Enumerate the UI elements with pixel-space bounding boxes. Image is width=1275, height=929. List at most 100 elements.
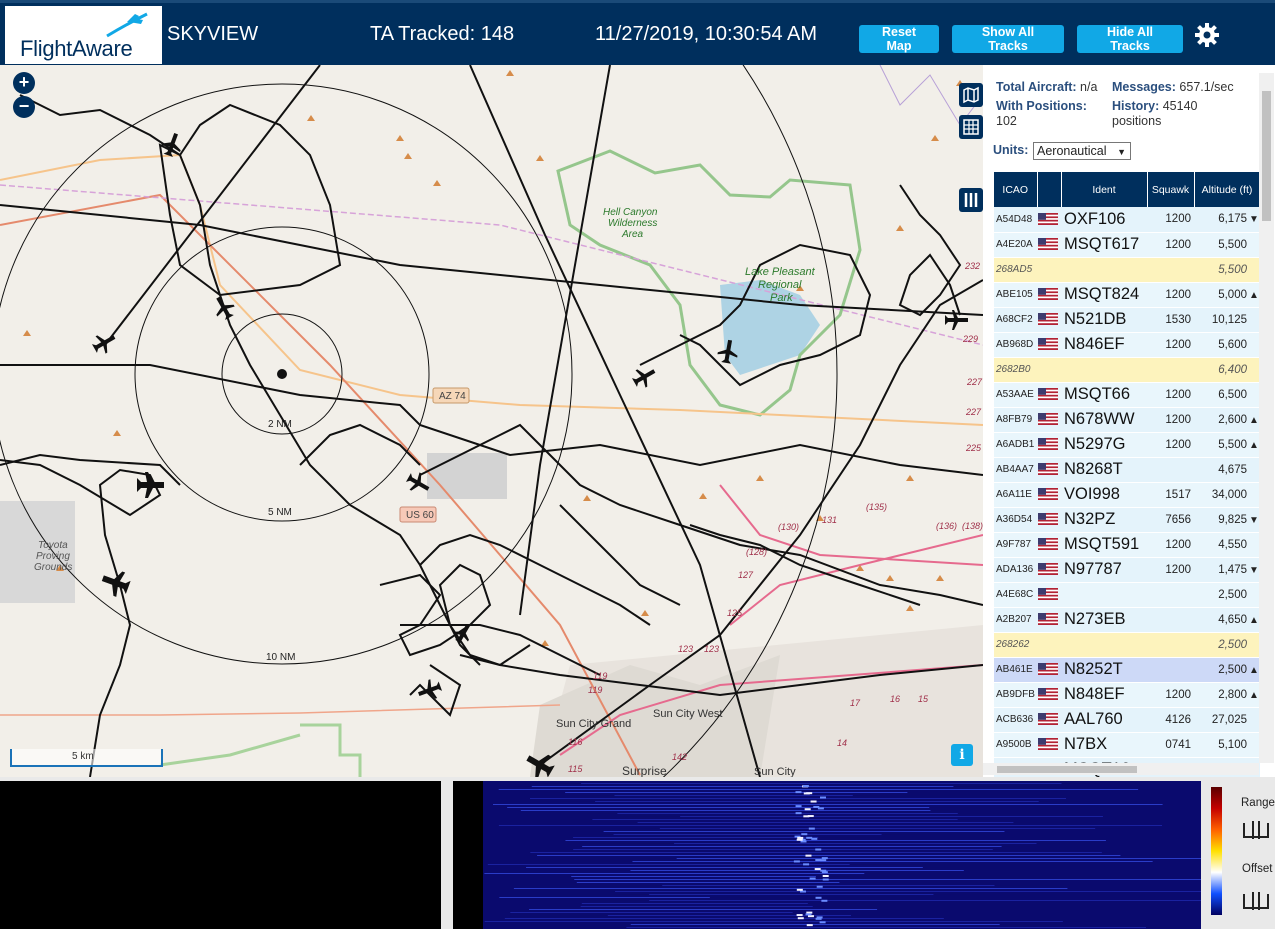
reset-map-button[interactable]: Reset Map <box>859 25 939 53</box>
icao-cell: A4E68C <box>994 582 1037 608</box>
columns-icon[interactable] <box>959 188 983 212</box>
squawk-cell: 1200 <box>1147 407 1194 433</box>
squawk-cell <box>1147 457 1194 483</box>
icao-cell: A36D54 <box>994 507 1037 533</box>
column-header-icao[interactable]: ICAO <box>994 172 1038 207</box>
ident-cell <box>1061 257 1147 283</box>
flag-cell <box>1037 232 1061 258</box>
squawk-cell: 1517 <box>1147 482 1194 508</box>
flag-cell <box>1037 657 1061 683</box>
table-row[interactable]: A2B207 N273EB 4,650 ▲ <box>994 607 1260 633</box>
zoom-out-button[interactable]: − <box>13 96 35 118</box>
lake-pleasant-label-2: Regional <box>758 279 802 291</box>
table-row[interactable]: A6ADB1 N5297G 1200 5,500 ▲ <box>994 432 1260 458</box>
flag-cell <box>1037 682 1061 708</box>
zoom-in-button[interactable]: + <box>13 72 35 94</box>
table-row[interactable]: AB968D N846EF 1200 5,600 <box>994 332 1260 358</box>
offset-label: Offset <box>1242 863 1273 875</box>
column-header-squawk[interactable]: Squawk <box>1147 172 1195 207</box>
table-row[interactable]: A53AAE MSQT66 1200 6,500 <box>994 382 1260 408</box>
tracked-count: TA Tracked: 148 <box>370 23 515 45</box>
svg-text:(135): (135) <box>866 502 887 512</box>
flag-cell <box>1037 432 1061 458</box>
us-flag-icon <box>1038 238 1058 251</box>
aircraft-icon[interactable] <box>629 362 659 391</box>
altitude-cell: 4,550 <box>1194 532 1260 558</box>
table-row[interactable]: A9F787 MSQT591 1200 4,550 <box>994 532 1260 558</box>
table-row[interactable]: ABE105 MSQT824 1200 5,000 ▲ <box>994 282 1260 308</box>
altitude-cell: 4,675 <box>1194 457 1260 483</box>
svg-text:125: 125 <box>727 608 743 618</box>
table-row[interactable]: A9500B N7BX 0741 5,100 <box>994 732 1260 758</box>
table-row[interactable]: 268262 2,500 <box>994 632 1260 658</box>
scrollbar-thumb[interactable] <box>1262 91 1271 221</box>
table-row[interactable]: A8FB79 N678WW 1200 2,600 ▲ <box>994 407 1260 433</box>
icao-cell: A68CF2 <box>994 307 1037 333</box>
vertical-scrollbar[interactable] <box>1259 73 1274 763</box>
altitude-cell: 6,500 <box>1194 382 1260 408</box>
squawk-cell: 1200 <box>1147 532 1194 558</box>
column-header-ident[interactable]: Ident <box>1061 172 1148 207</box>
table-row[interactable]: A36D54 N32PZ 7656 9,825 ▼ <box>994 507 1260 533</box>
altitude-value: 4,675 <box>1218 463 1247 476</box>
show-all-tracks-button[interactable]: Show All Tracks <box>952 25 1064 53</box>
offset-spinner-icon[interactable] <box>1241 890 1271 912</box>
ring-label-10nm: 10 NM <box>266 652 295 663</box>
table-row[interactable]: AB461E N8252T 2,500 ▲ <box>994 657 1260 683</box>
gear-icon[interactable] <box>1193 21 1221 49</box>
squawk-cell <box>1147 582 1194 608</box>
table-row[interactable]: AB9DFB N848EF 1200 2,800 ▲ <box>994 682 1260 708</box>
aircraft-icon[interactable] <box>415 677 443 704</box>
grid-icon[interactable] <box>959 115 983 139</box>
units-select[interactable]: Aeronautical <box>1033 142 1131 160</box>
altitude-trend-icon: ▲ <box>1249 689 1259 701</box>
lake-pleasant-label-3: Park <box>770 292 793 304</box>
table-row[interactable]: A6A11E VOI998 1517 34,000 <box>994 482 1260 508</box>
svg-text:17: 17 <box>850 698 861 708</box>
table-row[interactable]: 2682B0 6,400 <box>994 357 1260 383</box>
map-layers-icon[interactable] <box>959 83 983 107</box>
us-flag-icon <box>1038 713 1058 726</box>
altitude-value: 1,475 <box>1218 563 1247 576</box>
table-row[interactable]: A68CF2 N521DB 1530 10,125 <box>994 307 1260 333</box>
column-header-flag[interactable] <box>1037 172 1062 207</box>
hide-all-tracks-button[interactable]: Hide All Tracks <box>1077 25 1183 53</box>
info-button[interactable]: i <box>951 744 973 766</box>
flag-cell <box>1037 382 1061 408</box>
column-header-altitude[interactable]: Altitude (ft) <box>1194 172 1261 207</box>
flightaware-logo[interactable]: FlightAware <box>5 6 162 64</box>
altitude-trend-icon: ▲ <box>1249 614 1259 626</box>
table-row[interactable]: A54D48 OXF106 1200 6,175 ▼ <box>994 207 1260 233</box>
ident-cell: N846EF <box>1061 332 1147 358</box>
altitude-cell: 6,175 ▼ <box>1194 207 1260 233</box>
altitude-trend-icon: ▲ <box>1249 439 1259 451</box>
altitude-value: 2,600 <box>1218 413 1247 426</box>
table-row[interactable]: A4E68C 2,500 <box>994 582 1260 608</box>
ident-cell: OXF106 <box>1061 207 1147 233</box>
aircraft-icon[interactable] <box>209 293 238 323</box>
ident-cell <box>1061 582 1147 608</box>
table-row[interactable]: ACB636 AAL760 4126 27,025 <box>994 707 1260 733</box>
total-aircraft-stat: Total Aircraft: n/a <box>996 80 1097 95</box>
hell-canyon-boundary <box>556 149 862 417</box>
squawk-cell: 1200 <box>1147 382 1194 408</box>
icao-cell: AB968D <box>994 332 1037 358</box>
scrollbar-thumb[interactable] <box>997 766 1137 773</box>
range-spinner-icon[interactable] <box>1241 819 1271 841</box>
altitude-value: 5,100 <box>1218 738 1247 751</box>
ring-label-2nm: 2 NM <box>268 419 292 430</box>
squawk-cell: 1200 <box>1147 557 1194 583</box>
map-canvas[interactable]: 2 NM 5 NM 10 NM AZ 74 US 60 Hell Canyon … <box>0 65 983 777</box>
altitude-trend-icon: ▼ <box>1249 514 1259 526</box>
altitude-cell: 5,100 <box>1194 732 1260 758</box>
us-flag-icon <box>1038 213 1058 226</box>
table-row[interactable]: A4E20A MSQT617 1200 5,500 <box>994 232 1260 258</box>
us-flag-icon <box>1038 488 1058 501</box>
horizontal-scrollbar[interactable] <box>983 763 1259 775</box>
flag-cell <box>1037 357 1061 383</box>
table-row[interactable]: AB4AA7 N8268T 4,675 <box>994 457 1260 483</box>
table-row[interactable]: ADA136 N97787 1200 1,475 ▼ <box>994 557 1260 583</box>
table-row[interactable]: 268AD5 5,500 <box>994 257 1260 283</box>
scale-bar: 5 km <box>10 749 163 767</box>
flight-map[interactable]: 2 NM 5 NM 10 NM AZ 74 US 60 Hell Canyon … <box>0 65 983 777</box>
